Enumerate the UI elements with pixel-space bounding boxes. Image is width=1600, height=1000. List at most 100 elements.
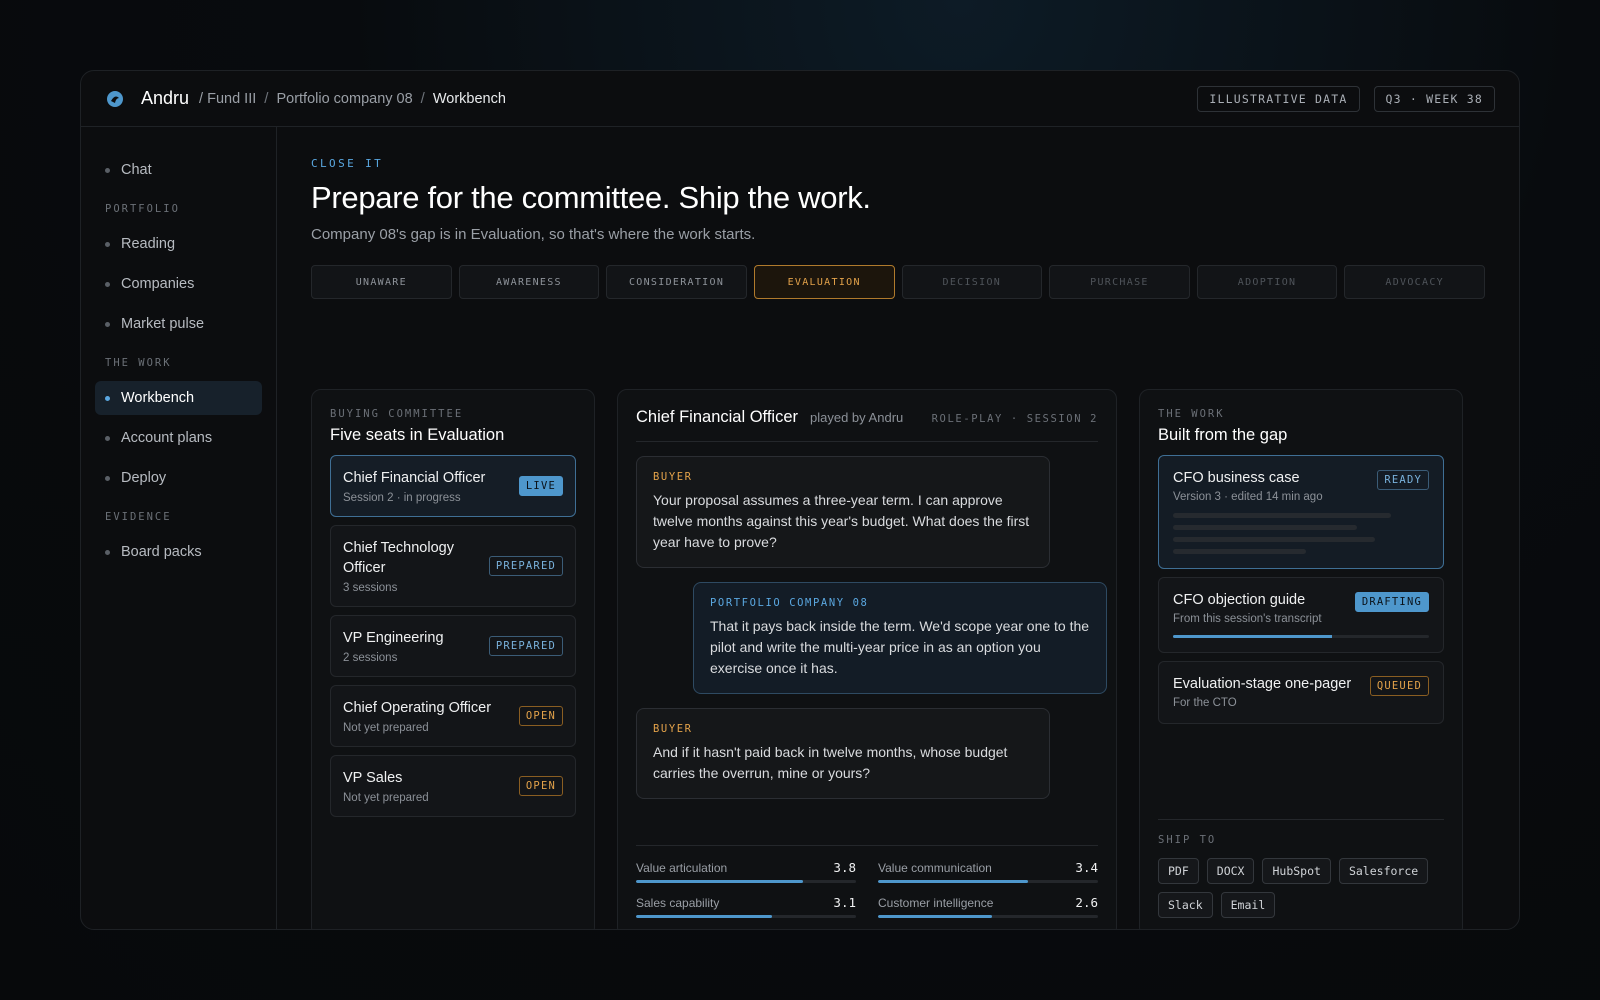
- sidebar-item-chat[interactable]: Chat: [95, 153, 262, 187]
- doc-card-one-pager[interactable]: Evaluation-stage one-pager For the CTO Q…: [1158, 661, 1444, 724]
- ship-to-label: SHIP TO: [1158, 834, 1217, 846]
- ship-targets: PDF DOCX HubSpot Salesforce Slack Email: [1158, 858, 1444, 918]
- panel-title: Five seats in Evaluation: [330, 426, 505, 444]
- stage-tab-advocacy[interactable]: ADVOCACY: [1344, 265, 1485, 299]
- draft-progress-fill: [1173, 635, 1332, 638]
- panel-eyebrow: THE WORK: [1158, 408, 1225, 420]
- stage-tab-purchase[interactable]: PURCHASE: [1049, 265, 1190, 299]
- preview-line: [1173, 513, 1391, 518]
- score-label: Value articulation: [636, 861, 728, 875]
- ship-hubspot-button[interactable]: HubSpot: [1262, 858, 1331, 884]
- doc-meta: From this session's transcript: [1173, 613, 1322, 625]
- ship-docx-button[interactable]: DOCX: [1206, 858, 1255, 884]
- status-badge: PREPARED: [488, 556, 563, 576]
- score-bar-fill: [636, 880, 804, 883]
- main-content: CLOSE IT Prepare for the committee. Ship…: [277, 127, 1519, 929]
- bullet-icon: [105, 475, 110, 481]
- roleplay-header: Chief Financial Officer played by Andru …: [636, 408, 1098, 442]
- ship-email-button[interactable]: Email: [1220, 892, 1276, 918]
- seat-card-cto[interactable]: Chief Technology Officer 3 sessions PREP…: [330, 525, 576, 607]
- buying-committee-panel: BUYING COMMITTEE Five seats in Evaluatio…: [311, 389, 595, 929]
- page-subtitle: Company 08's gap is in Evaluation, so th…: [311, 226, 756, 243]
- stage-tab-consideration[interactable]: CONSIDERATION: [606, 265, 747, 299]
- sidebar-item-label: Reading: [121, 236, 176, 252]
- doc-name: CFO objection guide: [1173, 592, 1306, 608]
- breadcrumb-current: Workbench: [432, 90, 506, 107]
- chat-message-buyer: BUYER Your proposal assumes a three-year…: [636, 456, 1050, 568]
- sidebar-item-reading[interactable]: Reading: [95, 227, 262, 261]
- seat-card-vp-engineering[interactable]: VP Engineering 2 sessions PREPARED: [330, 615, 576, 677]
- sidebar-item-market-pulse[interactable]: Market pulse: [95, 307, 262, 341]
- seat-card-coo[interactable]: Chief Operating Officer Not yet prepared…: [330, 685, 576, 747]
- stage-tab-unaware[interactable]: UNAWARE: [311, 265, 452, 299]
- score-bar-fill: [878, 880, 1028, 883]
- status-badge: OPEN: [518, 776, 563, 796]
- seat-name: VP Engineering: [343, 630, 444, 646]
- seat-name: VP Sales: [343, 770, 403, 786]
- doc-name: Evaluation-stage one-pager: [1173, 676, 1352, 692]
- message-role: BUYER: [653, 471, 693, 483]
- andru-logo-icon[interactable]: [105, 89, 125, 109]
- doc-preview: [1173, 513, 1429, 554]
- bullet-icon: [105, 321, 110, 327]
- sidebar-item-workbench[interactable]: Workbench: [95, 381, 262, 415]
- work-panel: THE WORK Built from the gap CFO business…: [1139, 389, 1463, 929]
- doc-card-objection-guide[interactable]: CFO objection guide From this session's …: [1158, 577, 1444, 653]
- sidebar-item-companies[interactable]: Companies: [95, 267, 262, 301]
- sidebar-item-board-packs[interactable]: Board packs: [95, 535, 262, 569]
- brand-name[interactable]: Andru: [141, 88, 189, 109]
- message-text: Your proposal assumes a three-year term.…: [653, 492, 1030, 550]
- status-badge: DRAFTING: [1354, 592, 1429, 612]
- sidebar-item-label: Deploy: [121, 470, 167, 486]
- stage-tab-awareness[interactable]: AWARENESS: [458, 265, 600, 299]
- seat-card-vp-sales[interactable]: VP Sales Not yet prepared OPEN: [330, 755, 576, 817]
- ship-pdf-button[interactable]: PDF: [1158, 858, 1199, 884]
- ship-salesforce-button[interactable]: Salesforce: [1338, 858, 1429, 884]
- panel-title: Built from the gap: [1158, 426, 1288, 444]
- sidebar-item-label: Account plans: [121, 430, 213, 446]
- sidebar-item-deploy[interactable]: Deploy: [95, 461, 262, 495]
- score-bar-fill: [878, 915, 993, 918]
- sidebar-item-account-plans[interactable]: Account plans: [95, 421, 262, 455]
- preview-line: [1173, 549, 1307, 554]
- seat-meta: 2 sessions: [343, 652, 398, 664]
- score-item: Sales capability 3.1: [636, 895, 856, 918]
- breadcrumb-fund[interactable]: / Fund III: [199, 91, 256, 107]
- seat-meta: Not yet prepared: [343, 722, 429, 734]
- ship-slack-button[interactable]: Slack: [1158, 892, 1213, 918]
- message-text: That it pays back inside the term. We'd …: [710, 618, 1090, 676]
- status-badge: OPEN: [518, 706, 563, 726]
- illustrative-data-badge: ILLUSTRATIVE DATA: [1197, 85, 1360, 112]
- status-badge: PREPARED: [488, 636, 563, 656]
- score-label: Customer intelligence: [878, 896, 994, 910]
- breadcrumb-company[interactable]: Portfolio company 08: [276, 91, 412, 107]
- page-eyebrow: CLOSE IT: [311, 157, 384, 170]
- stage-tab-evaluation[interactable]: EVALUATION: [753, 265, 895, 299]
- stage-tab-adoption[interactable]: ADOPTION: [1196, 265, 1338, 299]
- doc-name: CFO business case: [1173, 470, 1300, 486]
- week-badge: Q3 · WEEK 38: [1373, 85, 1495, 112]
- seat-card-cfo[interactable]: Chief Financial Officer Session 2 · in p…: [330, 455, 576, 517]
- sidebar-section-portfolio: PORTFOLIO: [105, 203, 180, 215]
- bullet-icon: [105, 167, 110, 173]
- sidebar-item-label: Workbench: [121, 390, 195, 406]
- bullet-icon: [105, 241, 110, 247]
- score-bar: [636, 915, 856, 918]
- score-bar: [878, 880, 1098, 883]
- chat-message-buyer: BUYER And if it hasn't paid back in twel…: [636, 708, 1050, 799]
- seat-meta: Not yet prepared: [343, 792, 429, 804]
- ship-to-section: SHIP TO PDF DOCX HubSpot Salesforce Slac…: [1158, 819, 1444, 918]
- doc-card-business-case[interactable]: CFO business case Version 3 · edited 14 …: [1158, 455, 1444, 569]
- seat-meta: 3 sessions: [343, 582, 398, 594]
- score-bar: [636, 880, 856, 883]
- breadcrumb-separator: /: [264, 90, 269, 107]
- doc-meta: For the CTO: [1173, 697, 1237, 709]
- status-badge: READY: [1377, 470, 1429, 490]
- stage-tab-decision[interactable]: DECISION: [901, 265, 1043, 299]
- score-value: 3.1: [833, 895, 856, 910]
- sidebar-item-label: Market pulse: [121, 316, 205, 332]
- score-bar-fill: [636, 915, 773, 918]
- message-role: BUYER: [653, 723, 693, 735]
- sidebar-item-label: Companies: [121, 276, 195, 292]
- bullet-icon: [105, 549, 110, 555]
